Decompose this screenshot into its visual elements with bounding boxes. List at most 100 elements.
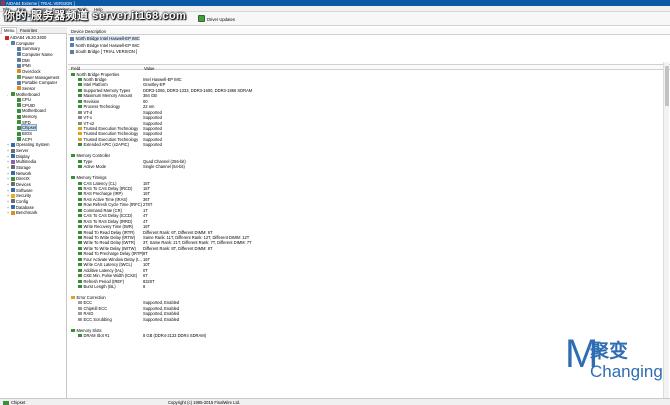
changing-logo: M 聚变 Changing [560,334,670,400]
expander-icon[interactable]: - [7,93,10,99]
field-label: North Bridge Properties [76,71,120,77]
field-label: Refresh Period (tREF) [83,278,125,284]
field-icon [78,317,82,321]
field-label: RAID [83,311,94,317]
field-label: Revision [83,98,100,104]
field-label: Additive Latency (tAL) [83,267,124,273]
field-icon [78,312,82,316]
tree-node-icon [10,210,15,215]
field-icon [78,94,82,98]
tree-node-icon [16,58,21,63]
field-icon [78,219,82,223]
field-icon [71,328,75,332]
field-icon [78,236,82,239]
logo-english: Changing [590,362,663,381]
value-cell: 8 [143,284,146,290]
field-icon [78,110,82,114]
expander-icon[interactable]: + [7,211,10,217]
field-label: Row Refresh Cycle Time (tRFC) [83,202,142,208]
field-icon [78,241,82,245]
field-icon [78,306,82,310]
tree-node-icon [10,188,15,193]
tree-item-label: Software [16,187,33,193]
tree-node-icon [4,35,9,40]
field-icon [78,334,82,338]
chip-icon [70,36,74,41]
field-label: Read To Write Delay (tRTW) [83,235,136,240]
value-cell: Supported, Enabled [143,316,180,322]
field-label: Process Technology [83,104,121,110]
property-row[interactable]: Extended APIC (x2APIC) Supported [68,142,668,148]
field-label: RAS To CAS Delay (tRCD) [83,185,133,191]
value-cell: Supported [143,142,162,148]
field-icon [78,257,82,261]
field-icon [78,279,82,283]
driver-updates-icon[interactable] [198,15,205,22]
tree-node-icon [16,125,21,130]
field-label: North Bridge [83,76,107,82]
field-icon [71,72,75,76]
field-label: Four Activate Window Delay (t... [83,256,142,262]
tree-item-label: IPMI [22,63,31,69]
tree-node-icon [16,97,21,102]
aida64-window: AIDA64 Extreme [ TRIAL VERSION ] File Vi… [0,0,670,405]
field-icon [78,285,82,289]
tree-item-label: Memory [22,114,38,120]
field-icon [78,301,82,305]
scrollbar-thumb[interactable] [665,66,669,106]
field-icon [71,154,75,158]
tree-item-label: Network [16,170,32,176]
field-label: Trusted Execution Technology [83,136,139,142]
value-cell: Single Channel (64-bit) [143,164,185,170]
tree-item-label: SPD [22,119,31,125]
tree-item-label: Sensor [22,85,36,91]
field-icon [78,127,82,130]
tree-item-label: Power Management [22,74,60,80]
tree-node-icon [16,52,21,57]
chipset-icon [3,400,9,405]
field-icon [78,214,82,218]
tree-node-icon [16,108,21,113]
tree-item-label: Devices [16,181,31,187]
tree-node-icon [16,69,21,74]
device-item[interactable]: North Bridge Intel Haswell-EP IMC [70,36,140,42]
tree-item-label: Motherboard [16,91,40,97]
tree-node-icon [16,137,21,142]
property-row[interactable]: ECC Scrubbing Supported, Enabled [68,317,668,323]
expander-icon[interactable]: - [7,42,10,48]
field-label: DRAM Slot #1 [83,333,110,339]
field-label: Trusted Execution Technology [83,126,139,131]
field-label: Write CAS Latency (tWCL) [83,262,133,268]
tree-item-label: CPU [22,97,31,103]
tree-item[interactable]: + Benchmark [7,210,37,216]
tree-node-icon [10,205,15,209]
field-label: Burst Length (BL) [83,284,116,290]
tree-item-label: Display [16,153,30,159]
device-description-label: Device Description [71,29,106,34]
tree-item-label: ACPI [22,136,32,142]
tree-node-icon [10,41,15,46]
field-label: VT-x [83,115,92,121]
property-row[interactable]: Active Mode Single Channel (64-bit) [68,164,668,170]
device-label: North Bridge Intel Haswell-EP IMC [75,42,140,48]
field-icon [78,252,82,256]
field-cell: Extended APIC (x2APIC) [78,142,129,148]
field-label: RAS To RAS Delay (tRRD) [83,218,133,224]
tab-favorites[interactable]: Favorites [18,28,39,33]
field-label: RAS Active Time (tRAS) [83,196,128,202]
tab-menu[interactable]: Menu [1,27,18,34]
tree-item-label: Computer Name [22,51,53,57]
driver-updates-button[interactable]: Driver Updates [207,17,235,22]
device-item[interactable]: South Bridge [ TRIAL VERSION ] [70,49,137,55]
property-row[interactable]: Burst Length (BL) 8 [68,284,668,290]
field-icon [78,208,82,212]
tree-node-icon [16,131,21,136]
field-label: Memory Slots [76,327,102,333]
field-icon [78,246,82,250]
field-icon [78,159,82,163]
field-cell: Burst Length (BL) [78,284,116,290]
tree-node-icon [10,154,15,159]
tree-node-icon [10,165,15,170]
device-item[interactable]: North Bridge Intel Haswell-EP IMC [70,43,140,49]
field-label: Supported Memory Types [83,87,131,93]
